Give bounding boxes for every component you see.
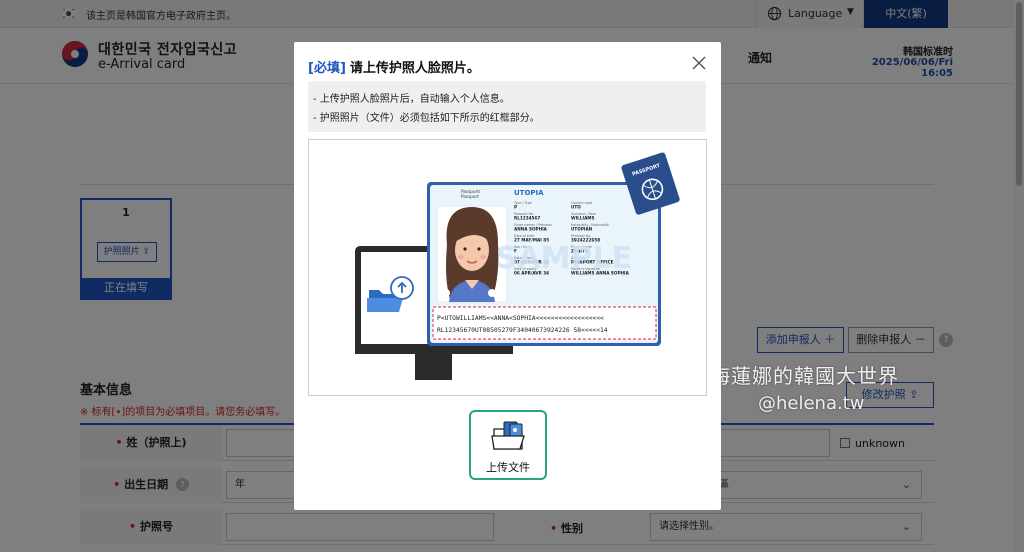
mrz1: P<UTOWILLIAMS<<ANNA<SOPHIA<<<<<<<<<<<<<<… bbox=[437, 315, 604, 322]
passport-field-value: RL1234567 bbox=[514, 216, 540, 221]
passport-data-page: Passport/ Passport UTOPIA Type / TypePCo… bbox=[427, 182, 661, 346]
passport-example-illustration: Passport/ Passport UTOPIA Type / Type P … bbox=[308, 139, 707, 396]
passport-upload-modal: [必填] 请上传护照人脸照片。 - 上传护照人脸照片后，自动输入个人信息。 - 护… bbox=[294, 42, 721, 510]
folder-upload-icon bbox=[491, 421, 525, 450]
passport-field-value: UTO bbox=[571, 205, 581, 210]
passport-field-value: P bbox=[514, 205, 517, 210]
svg-text:Passport: Passport bbox=[461, 194, 479, 199]
info-box: - 上传护照人脸照片后，自动输入个人信息。 - 护照照片（文件）必须包括如下所示… bbox=[308, 81, 706, 132]
upload-file-label: 上传文件 bbox=[486, 461, 530, 474]
passport-illustration-svg: Passport/ Passport UTOPIA Type / TypePCo… bbox=[355, 152, 680, 380]
passport-field-value: ANNA SOPHIA bbox=[514, 227, 548, 232]
modal-title-text: 请上传护照人脸照片。 bbox=[349, 61, 480, 76]
info-line: - 上传护照人脸照片后，自动输入个人信息。 bbox=[313, 94, 510, 105]
avatar bbox=[446, 207, 499, 302]
mrz-highlight-box bbox=[432, 306, 657, 340]
info-line: - 护照照片（文件）必须包括如下所示的红框部分。 bbox=[313, 113, 540, 124]
upload-cloud-icon bbox=[390, 276, 414, 300]
required-tag: [必填] bbox=[308, 61, 346, 76]
passport-field-value: WILLIAMS bbox=[571, 216, 595, 221]
watermark-handle: @helena.tw bbox=[758, 393, 865, 414]
watermark-text: 海蓮娜的韓國大世界 bbox=[710, 364, 899, 388]
passport-field-value: UTOPIAN bbox=[571, 227, 593, 232]
close-icon[interactable] bbox=[690, 54, 708, 72]
upload-file-button[interactable]: 上传文件 bbox=[469, 410, 547, 480]
sample-text: SAMPLE bbox=[496, 241, 632, 276]
country-text: UTOPIA bbox=[514, 189, 544, 197]
mrz2: RL12345670UT08505279F34040673924226 58<<… bbox=[437, 327, 608, 334]
modal-title: [必填] 请上传护照人脸照片。 bbox=[308, 57, 480, 76]
